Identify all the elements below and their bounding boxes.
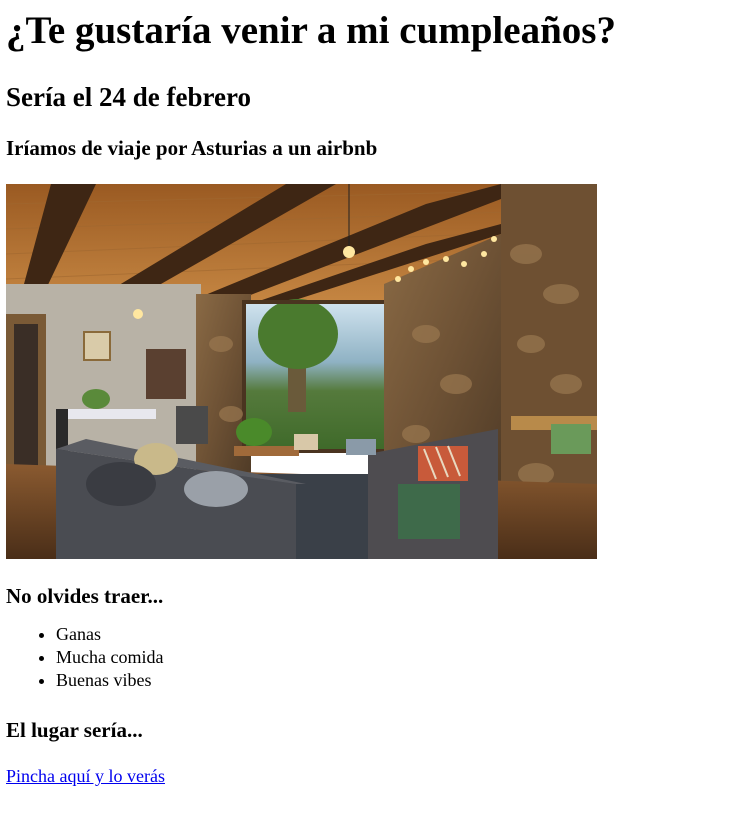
airbnb-living-room-photo (6, 184, 597, 559)
airbnb-link[interactable]: Pincha aquí y lo verás (6, 765, 165, 787)
bring-heading: No olvides traer... (6, 584, 164, 608)
page-title: ¿Te gustaría venir a mi cumpleaños? (6, 9, 616, 52)
place-heading: El lugar sería... (6, 718, 143, 742)
bring-list: Ganas Mucha comida Buenas vibes (6, 623, 730, 692)
list-item: Buenas vibes (56, 669, 730, 692)
list-item: Mucha comida (56, 646, 730, 669)
page-content: ¿Te gustaría venir a mi cumpleaños? Serí… (6, 0, 730, 787)
date-heading: Sería el 24 de febrero (6, 82, 251, 112)
list-item: Ganas (56, 623, 730, 646)
trip-heading: Iríamos de viaje por Asturias a un airbn… (6, 136, 378, 160)
